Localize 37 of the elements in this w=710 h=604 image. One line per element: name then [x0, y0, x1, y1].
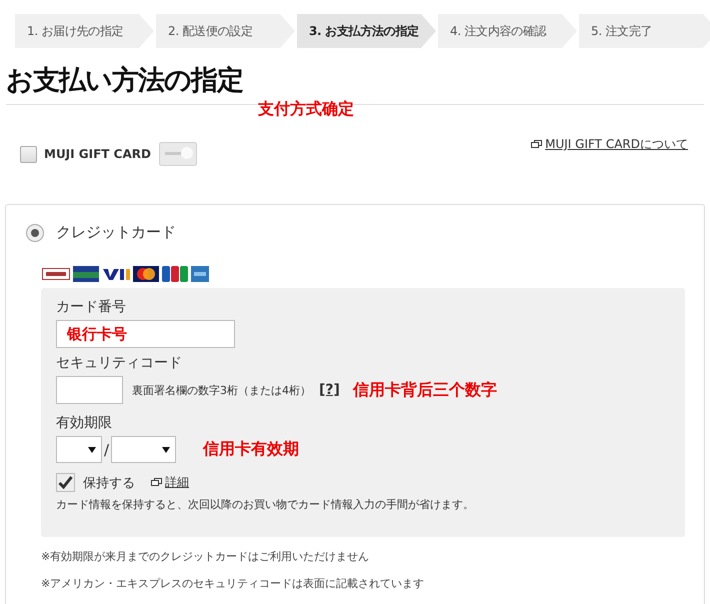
gift-card-icon [158, 142, 197, 166]
checkbox-label: 保持する [83, 474, 135, 492]
radio-label: クレジットカード [56, 223, 176, 242]
field-label: 有効期限 [56, 414, 112, 432]
field-label: カード番号 [56, 298, 126, 316]
step-tab[interactable]: 5. 注文完了 [579, 14, 710, 48]
jcb-icon [162, 266, 188, 282]
help-link[interactable]: [?] [319, 382, 340, 398]
checkbox[interactable] [20, 146, 37, 162]
page-title: お支払い方法の指定 [6, 64, 244, 98]
separator-text: / [104, 440, 110, 458]
hint-text: 裏面署名欄の数字3桁（または4桁） [132, 382, 311, 398]
details-link[interactable]: 詳細 [165, 474, 189, 491]
note-text: ※有効期限が来月までのクレジットカードはご利用いただけません [41, 549, 370, 564]
field-label: セキュリティコード [56, 354, 182, 372]
step-tab[interactable]: 1. お届け先の指定 [15, 14, 154, 48]
window-icon [151, 478, 162, 487]
saison-card-icon [73, 266, 99, 282]
month-dropdown[interactable] [56, 436, 102, 463]
step-tab[interactable]: 3. お支払方法の指定 [297, 14, 436, 48]
checkbox[interactable] [56, 473, 75, 492]
info-link[interactable]: MUJI GIFT CARDについて [545, 136, 688, 153]
annotation-text: 信用卡有效期 [203, 439, 300, 460]
radio-button[interactable] [26, 224, 44, 242]
annotation-text: 信用卡背后三个数字 [352, 380, 497, 400]
checkbox-label: MUJI GIFT CARD [44, 147, 151, 161]
annotation-text: 支付方式确定 [258, 99, 354, 120]
step-tab[interactable]: 4. 注文内容の確認 [438, 14, 577, 48]
muji-card-icon [42, 266, 70, 282]
year-dropdown[interactable] [111, 436, 176, 463]
amex-icon [191, 266, 209, 282]
security-code-field[interactable] [56, 376, 123, 404]
window-icon [531, 140, 542, 149]
description-text: カード情報を保持すると、次回以降のお買い物でカード情報入力の手間が省けます。 [56, 497, 474, 512]
step-tab[interactable]: 2. 配送便の設定 [156, 14, 295, 48]
mastercard-icon [133, 266, 159, 282]
note-text: ※アメリカン・エキスプレスのセキュリティコードは表面に記載されています [41, 576, 424, 591]
